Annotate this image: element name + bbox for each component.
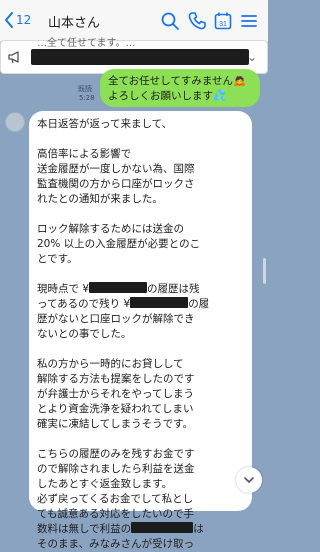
calendar-icon: 31 bbox=[214, 12, 232, 30]
message-line: ので解除されましたら利益を送金 bbox=[37, 463, 195, 475]
announcement-text: …全て任せてます。… bbox=[37, 38, 136, 49]
message-paragraph: 私の方から一時的にお貸しして 解除する方法も提案をしたのです が弁護士からそれを… bbox=[37, 357, 244, 432]
message-line: ないとの事でした。 bbox=[37, 328, 132, 340]
message-line: 歴がないと口座ロックが解除でき bbox=[37, 313, 195, 325]
message-line: 現時点で ¥ の履歴は残 bbox=[37, 282, 244, 297]
menu-button[interactable] bbox=[239, 11, 259, 31]
message-line: 私の方から一時的にお貸しして bbox=[37, 358, 184, 370]
message-line: が弁護士からそれをやってしまう bbox=[37, 388, 194, 400]
sent-message-line: よろしくお願いします💦 bbox=[108, 90, 227, 102]
scroll-to-bottom-button[interactable] bbox=[236, 467, 262, 493]
chat-title: 山本さん bbox=[48, 16, 101, 31]
avatar[interactable] bbox=[5, 112, 25, 132]
message-line: 数料は無しで利益の は bbox=[37, 522, 244, 537]
message-text: の履歴は残 bbox=[147, 283, 200, 295]
chevron-left-icon bbox=[5, 12, 13, 28]
phone-icon bbox=[188, 12, 206, 30]
message-line: 高倍率による影響で bbox=[37, 148, 132, 160]
message-text: は bbox=[193, 523, 204, 535]
message-paragraph: ロック解除するためには送金の 20% 以上の入金履歴が必要とのこ とです。 bbox=[37, 222, 244, 267]
message-line: 本日返答が返って来まして、 bbox=[37, 118, 173, 130]
message-line: 送金履歴が一度しかない為、国際 bbox=[37, 163, 195, 175]
redaction-block bbox=[131, 522, 194, 533]
search-button[interactable] bbox=[160, 11, 180, 31]
message-line: したあとすぐ返金致します。 bbox=[37, 478, 173, 490]
redaction-block bbox=[130, 297, 189, 308]
sent-message-bubble: 全てお任せしてすみません🙇 よろしくお願いします💦 bbox=[100, 69, 260, 107]
message-line: とより資金洗浄を疑われてしまい bbox=[37, 403, 194, 415]
sent-time: 5:28 bbox=[79, 94, 95, 102]
message-line: ロック解除するためには送金の bbox=[37, 223, 184, 235]
read-status: 既読 bbox=[78, 85, 92, 93]
message-paragraph: 本日返答が返って来まして、 bbox=[37, 117, 244, 132]
message-line: 20% 以上の入金履歴が必要とのこ bbox=[37, 238, 201, 250]
unread-count: 12 bbox=[16, 13, 32, 27]
call-button[interactable] bbox=[187, 11, 207, 31]
redaction-block bbox=[89, 282, 148, 293]
chevron-down-icon: ⌄ bbox=[246, 50, 257, 64]
message-paragraph: 現時点で ¥ の履歴は残 ってあるので残り ¥ の履 歴がないと口座ロックが解除でき… bbox=[37, 282, 244, 342]
chevron-down-icon bbox=[244, 477, 254, 483]
message-line: 確実に凍結してしまうそうです。 bbox=[37, 418, 194, 430]
message-text: ってあるので残り ¥ bbox=[37, 298, 131, 310]
message-text: の履 bbox=[188, 298, 210, 310]
message-line: ても誠意ある対応をしたいので手 bbox=[37, 508, 194, 520]
message-line: れたとの通知が来ました。 bbox=[37, 193, 163, 205]
back-button[interactable]: 12 bbox=[4, 8, 31, 32]
calendar-button[interactable]: 31 bbox=[213, 11, 233, 31]
redaction-block bbox=[31, 49, 249, 65]
message-line: 解除する方法も提案をしたのです bbox=[37, 373, 195, 385]
megaphone-icon bbox=[8, 51, 19, 64]
scrollbar[interactable] bbox=[263, 258, 266, 284]
menu-icon bbox=[241, 15, 257, 27]
message-text: 現時点で ¥ bbox=[37, 283, 90, 295]
message-line: こちらの履歴のみを残すお金です bbox=[37, 448, 195, 460]
received-message-bubble: 本日返答が返って来まして、 高倍率による影響で 送金履歴が一度しかない為、国際 … bbox=[29, 111, 252, 550]
message-line: とです。 bbox=[37, 253, 78, 265]
search-icon bbox=[161, 12, 179, 30]
message-line: そのまま、みなみさんが受け取っ bbox=[37, 538, 195, 550]
message-line: 監査機関の方から口座がロックさ bbox=[37, 178, 195, 190]
sent-message-line: 全てお任せしてすみません🙇 bbox=[108, 75, 247, 87]
calendar-day: 31 bbox=[219, 21, 227, 28]
message-text: 数料は無しで利益の bbox=[37, 523, 132, 535]
message-line: ってあるので残り ¥ の履 bbox=[37, 297, 244, 312]
message-paragraph: 高倍率による影響で 送金履歴が一度しかない為、国際 監査機関の方から口座がロック… bbox=[37, 147, 244, 207]
